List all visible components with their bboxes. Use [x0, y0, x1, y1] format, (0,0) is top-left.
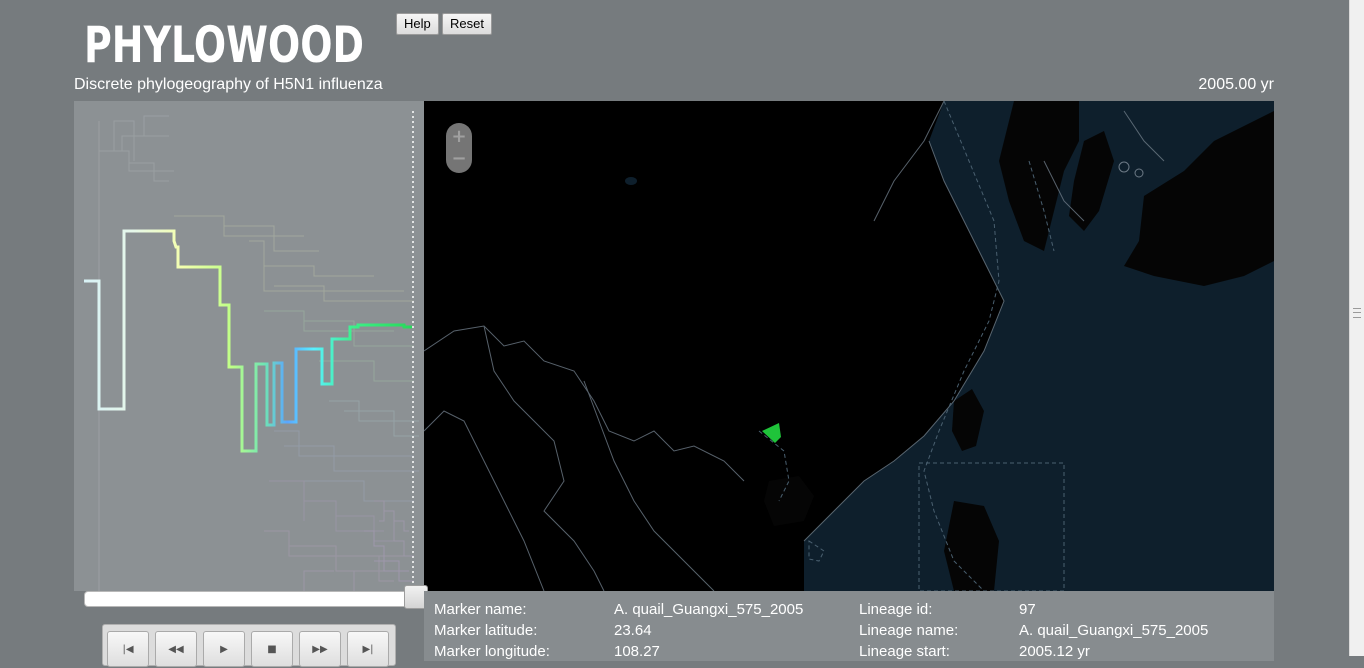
hainan-landmass [764, 476, 814, 526]
scrollbar-grip-icon[interactable] [1353, 308, 1361, 318]
lineage-id-value: 97 [1019, 601, 1036, 618]
phylowood-logo: PHYLOWOOD [84, 16, 364, 68]
fast-forward-button[interactable]: ▶▶ [299, 631, 341, 667]
lineage-start-label: Lineage start: [859, 643, 950, 660]
marker-name-label: Marker name: [434, 601, 527, 618]
map-view[interactable]: + − [424, 101, 1274, 591]
highlighted-lineage [84, 229, 412, 453]
zoom-in-button[interactable]: + [446, 125, 472, 149]
timeline-slider-track[interactable] [84, 591, 426, 607]
marker-name-value: A. quail_Guangxi_575_2005 [614, 601, 804, 618]
reset-button[interactable]: Reset [442, 13, 492, 35]
current-time-readout: 2005.00 yr [1198, 76, 1274, 93]
location-marker[interactable] [762, 423, 781, 443]
phylogeny-panel[interactable] [74, 101, 424, 591]
lineage-name-value: A. quail_Guangxi_575_2005 [1019, 622, 1209, 639]
rewind-button[interactable]: ◀◀ [155, 631, 197, 667]
skip-to-end-button[interactable]: ▶| [347, 631, 389, 667]
marker-longitude-label: Marker longitude: [434, 643, 550, 660]
skip-to-start-button[interactable]: |◀ [107, 631, 149, 667]
lineage-name-label: Lineage name: [859, 622, 959, 639]
vertical-scrollbar[interactable] [1349, 0, 1364, 656]
info-panel: Marker name: A. quail_Guangxi_575_2005 L… [424, 591, 1274, 661]
marker-latitude-label: Marker latitude: [434, 622, 538, 639]
zoom-out-button[interactable]: − [446, 147, 472, 171]
stop-button[interactable]: ■ [251, 631, 293, 667]
map-canvas[interactable] [424, 101, 1274, 591]
logo-text: PHYLOWOOD [84, 16, 364, 68]
marker-longitude-value: 108.27 [614, 643, 660, 660]
lineage-start-value: 2005.12 yr [1019, 643, 1090, 660]
zoom-control[interactable]: + − [446, 123, 472, 173]
phylogeny-tree[interactable] [74, 101, 424, 591]
help-button[interactable]: Help [396, 13, 439, 35]
page-subtitle: Discrete phylogeography of H5N1 influenz… [74, 76, 383, 93]
playback-controls: |◀ ◀◀ ▶ ■ ▶▶ ▶| [102, 624, 396, 667]
marker-latitude-value: 23.64 [614, 622, 652, 639]
lineage-id-label: Lineage id: [859, 601, 933, 618]
play-button[interactable]: ▶ [203, 631, 245, 667]
